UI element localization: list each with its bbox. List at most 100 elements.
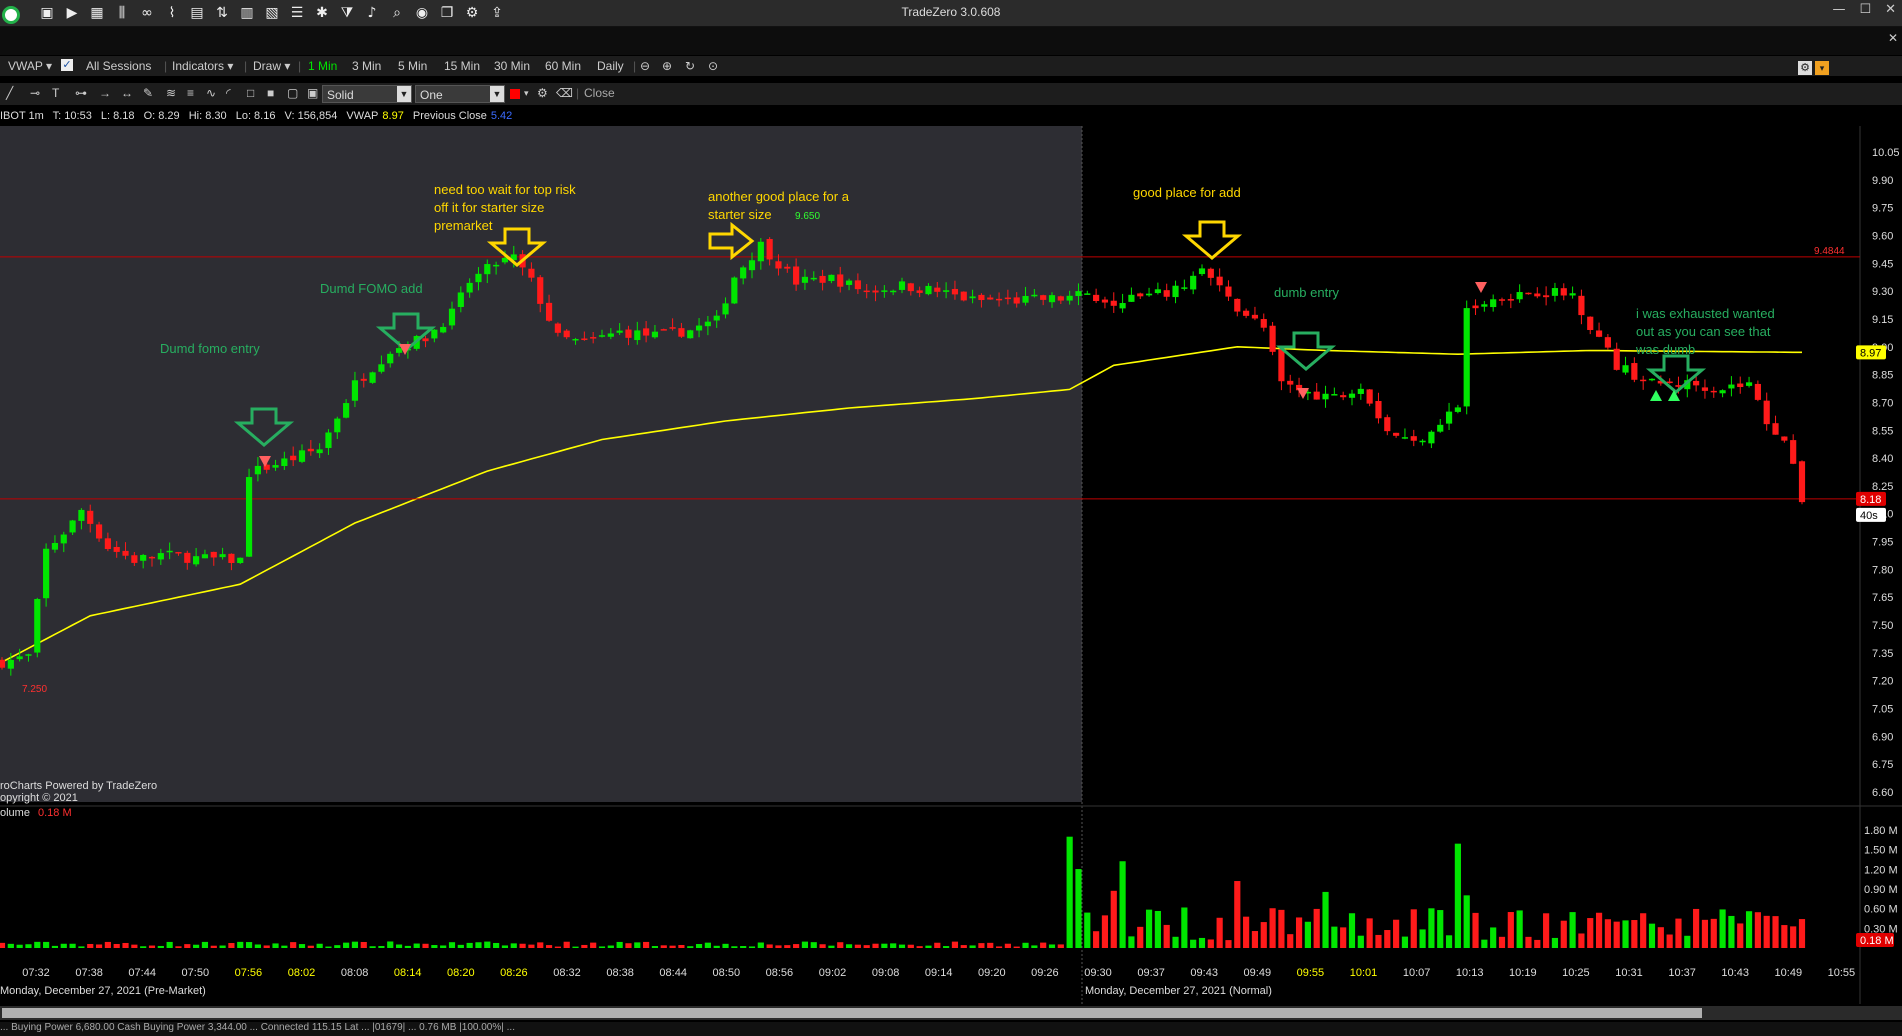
volume-bar [1737,923,1744,948]
volume-bar [1534,939,1541,948]
volume-bar [431,945,438,948]
x-tick-label: 10:43 [1721,967,1749,979]
volume-bar [1278,909,1285,948]
volume-bar [1551,937,1559,948]
volume-bar [1101,915,1109,948]
x-tick-label: 08:56 [766,967,794,979]
y-tick-label: 6.90 [1872,731,1893,743]
volume-bar [131,944,138,948]
y-tick-label: 9.75 [1872,203,1893,215]
volume-bar [60,943,67,948]
volume-bar [1110,890,1117,948]
volume-bar [695,944,703,948]
volume-bar [828,945,835,948]
y-tick-label: 7.95 [1872,537,1893,549]
volume-bar [157,945,164,948]
y-tick-label: 6.75 [1872,759,1893,771]
watermark-line2: opyright © 2021 [0,792,78,804]
volume-bar [545,945,553,948]
x-tick-label: 08:20 [447,967,475,979]
y-tick-label: 9.30 [1872,286,1893,298]
volume-bar [7,943,14,948]
volume-bar [201,941,209,948]
volume-bar [837,942,844,948]
volume-bar [404,945,411,948]
volume-bar [748,946,756,948]
x-tick-label: 09:49 [1244,967,1272,979]
volume-bar [184,944,191,948]
volume-bar [1631,920,1638,948]
volume-bar [1260,922,1267,948]
volume-bar [1137,926,1144,948]
status-bar: ... Buying Power 6,680.00 Cash Buying Po… [0,1022,1902,1036]
horizontal-scrollbar[interactable] [0,1006,1902,1020]
volume-bar [1207,939,1214,948]
annotation-fomo-entry: Dumd fomo entry [160,341,260,356]
volume-bar [95,944,103,948]
volume-bar [43,941,50,948]
x-tick-label: 10:31 [1615,967,1643,979]
session-label-normal: Monday, December 27, 2021 (Normal) [1085,985,1272,997]
y-tick-label: 10.05 [1872,147,1900,159]
volume-bar [1251,931,1259,948]
volume-bar [1701,919,1709,948]
volume-bar [1560,920,1567,948]
volume-tick-label: 1.20 M [1864,864,1898,876]
volume-bar [1569,912,1576,948]
volume-bar [1401,936,1409,948]
volume-tick-label: 1.50 M [1864,845,1898,857]
svg-text:8.18: 8.18 [1860,494,1881,506]
volume-bar [995,946,1003,948]
volume-bar [1410,909,1417,948]
volume-bar [1393,919,1400,948]
volume-bar [1004,943,1011,948]
volume-bar [466,942,473,948]
volume-bar [1304,921,1311,948]
price-chart[interactable]: 10.059.909.759.609.459.309.159.008.858.7… [0,0,1902,1004]
candle [369,371,376,384]
volume-bar [572,946,579,948]
volume-bar [307,945,314,948]
candle [245,468,253,558]
volume-bar [1031,945,1038,948]
volume-bar [1622,920,1629,948]
volume-bar [598,946,606,948]
x-tick-label: 09:43 [1190,967,1218,979]
volume-bar [1163,924,1170,948]
volume-bar [69,943,76,948]
volume-bar [343,942,350,948]
y-tick-label: 6.60 [1872,787,1893,799]
y-tick-label: 8.85 [1872,370,1893,382]
volume-bar [1190,939,1197,948]
y-tick-label: 8.25 [1872,481,1893,493]
volume-bar [898,944,906,948]
scrollbar-thumb[interactable] [2,1008,1702,1018]
volume-bar [793,944,800,948]
volume-bar [1331,926,1338,948]
volume-bar [148,945,156,948]
volume-bar [863,945,870,948]
volume-bar [1243,916,1250,948]
volume-bar [422,943,429,948]
volume-bar [1375,934,1382,948]
volume-bar [1490,927,1497,948]
x-tick-label: 10:01 [1350,967,1378,979]
high-price-marker: 9.650 [795,211,820,222]
volume-bar [484,941,491,948]
volume-bar [1234,881,1241,948]
candle [1366,388,1373,407]
volume-bar [245,942,253,948]
volume-bar [519,943,526,948]
candle [1798,460,1806,505]
volume-bar [1198,937,1206,948]
volume-bar [1684,935,1691,948]
volume-bar [810,942,817,948]
candle [960,291,967,302]
volume-bar [590,942,597,948]
volume-bar [1781,925,1788,948]
volume-bar [290,942,297,948]
y-tick-label: 9.90 [1872,175,1893,187]
x-tick-label: 10:07 [1403,967,1431,979]
volume-bar [625,943,632,948]
volume-bar [1648,923,1656,948]
